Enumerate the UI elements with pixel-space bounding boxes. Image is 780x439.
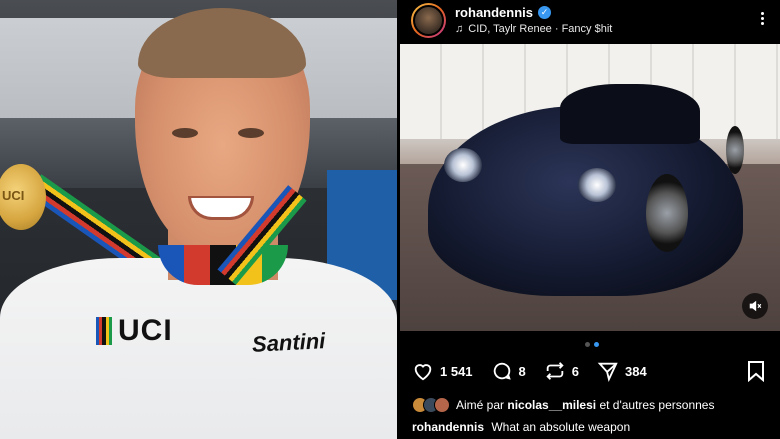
heart-icon: [414, 364, 432, 381]
front-wheel: [646, 174, 688, 252]
threads-post: rohandennis ✓ ♫ CID, Taylr Renee · Fancy…: [400, 0, 780, 439]
speaker-muted-icon[interactable]: [742, 293, 768, 319]
caption-text: What an absolute weapon: [491, 420, 631, 434]
carousel-indicator: [585, 342, 599, 347]
verified-check-icon: ✓: [538, 6, 552, 19]
medal-text: UCI: [2, 188, 25, 203]
repost-count: 6: [571, 363, 580, 379]
uci-wordmark: UCI: [118, 314, 173, 347]
caption-username[interactable]: rohandennis: [412, 420, 484, 434]
liked-by-text: Aimé par nicolas__milesi et d'autres per…: [456, 398, 714, 412]
liked-by-prefix: Aimé par: [456, 398, 505, 412]
comment-count: 8: [518, 363, 526, 379]
share-button[interactable]: 384: [597, 360, 647, 382]
uci-logo: UCI: [96, 314, 173, 348]
avatar[interactable]: [411, 3, 446, 38]
caption: rohandennis What an absolute weapon: [412, 420, 630, 434]
post-media-car[interactable]: [400, 44, 780, 331]
carousel-dot: [585, 342, 590, 347]
like-count: 1 541: [440, 363, 473, 379]
username-row: rohandennis ✓: [455, 5, 552, 20]
car-windshield: [560, 84, 700, 144]
rear-wheel: [726, 126, 744, 174]
liked-by-row[interactable]: Aimé par nicolas__milesi et d'autres per…: [412, 397, 714, 413]
music-note-icon: ♫: [455, 23, 464, 35]
repost-button[interactable]: 6: [544, 360, 579, 382]
sponsor-logo: Santini: [251, 328, 326, 357]
music-label: CID, Taylr Renee · Fancy $hit: [468, 23, 613, 35]
right-headlight: [578, 168, 616, 202]
right-eye: [238, 128, 264, 138]
repost-icon: [546, 362, 564, 380]
send-icon: [597, 362, 618, 382]
uci-rainbow-bars-icon: [96, 317, 113, 345]
like-button[interactable]: 1 541: [412, 360, 473, 382]
post-header: rohandennis ✓ ♫ CID, Taylr Renee · Fancy…: [400, 0, 780, 44]
bookmark-icon[interactable]: [746, 360, 766, 382]
rainbow-jersey: [0, 258, 397, 439]
left-eye: [172, 128, 198, 138]
cyclist-photo: UCI UCI Santini: [0, 0, 397, 439]
music-info[interactable]: ♫ CID, Taylr Renee · Fancy $hit: [455, 23, 612, 35]
comment-bubble-icon: [493, 362, 511, 380]
liked-by-user[interactable]: nicolas__milesi: [507, 398, 596, 412]
share-count: 384: [625, 363, 647, 379]
comment-button[interactable]: 8: [491, 360, 526, 382]
liked-by-suffix: et d'autres personnes: [599, 398, 715, 412]
left-headlight: [444, 148, 482, 182]
username[interactable]: rohandennis: [455, 5, 533, 20]
action-bar: 1 541 8 6 384: [412, 360, 647, 382]
more-vertical-icon[interactable]: [761, 10, 764, 27]
carousel-dot-active: [594, 342, 599, 347]
liker-avatars: [412, 397, 450, 413]
